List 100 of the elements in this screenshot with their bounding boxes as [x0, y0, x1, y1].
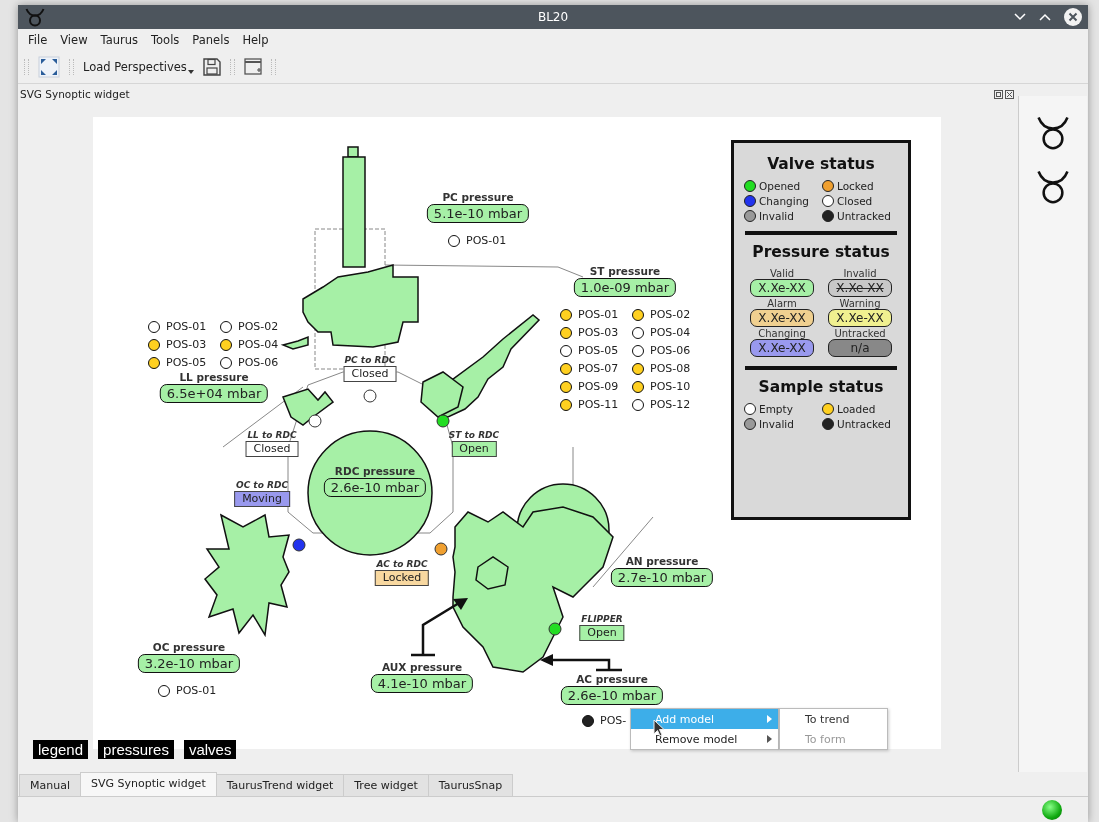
sample-position-label[interactable]: POS-11: [578, 398, 619, 411]
tab[interactable]: TaurusSnap: [427, 774, 514, 796]
save-icon[interactable]: [202, 57, 221, 76]
legend-label: Untracked: [834, 328, 886, 339]
layer-toggle-button[interactable]: pressures: [98, 740, 174, 759]
pressure-sample-chip: X.Xe-XX: [750, 309, 814, 327]
valve-state-label[interactable]: Locked: [374, 570, 430, 586]
load-perspectives-button[interactable]: Load Perspectives: [83, 59, 194, 74]
legend-heading: Sample status: [758, 378, 884, 396]
legend-label: Changing: [758, 328, 806, 339]
legend-heading: Valve status: [767, 155, 875, 173]
vacuum-chamber-drawing[interactable]: [282, 388, 335, 426]
sample-position-label[interactable]: POS-02: [238, 320, 279, 333]
pressure-reading[interactable]: 6.5e+04 mbar: [159, 384, 269, 403]
vacuum-chamber-drawing[interactable]: [203, 513, 290, 638]
legend-label: Alarm: [767, 298, 797, 309]
tab[interactable]: Manual: [19, 774, 81, 796]
sample-position-label[interactable]: POS-04: [650, 326, 691, 339]
pressure-reading[interactable]: 2.6e-10 mbar: [323, 478, 427, 497]
sample-position-label[interactable]: POS-06: [238, 356, 279, 369]
pressure-reading[interactable]: 1.0e-09 mbar: [573, 278, 677, 297]
pressure-label: AUX pressure: [381, 661, 463, 673]
pressure-reading[interactable]: 2.7e-10 mbar: [610, 568, 714, 587]
valve-status-dot[interactable]: [292, 538, 306, 552]
valve-status-dot[interactable]: [308, 414, 322, 428]
valve-state-label[interactable]: Moving: [234, 491, 290, 507]
valve-state-label[interactable]: Open: [451, 441, 497, 457]
dock-title: SVG Synoptic widget: [20, 88, 130, 100]
pressure-reading[interactable]: 4.1e-10 mbar: [370, 674, 474, 693]
float-icon[interactable]: [994, 89, 1003, 99]
taurus-logo-icon[interactable]: [1036, 168, 1070, 204]
pressure-reading[interactable]: 3.2e-10 mbar: [137, 654, 241, 673]
valve-state-label[interactable]: Open: [579, 625, 625, 641]
legend-label: Locked: [837, 180, 874, 192]
pressure-reading[interactable]: 2.6e-10 mbar: [560, 686, 664, 705]
valve-name: FLIPPER: [581, 614, 623, 625]
valve-status-dot[interactable]: [434, 542, 448, 556]
minimize-icon[interactable]: [1014, 13, 1026, 21]
pressure-reading[interactable]: 5.1e-10 mbar: [426, 204, 530, 223]
sample-position-label[interactable]: POS-10: [650, 380, 691, 393]
legend-label: Invalid: [759, 418, 794, 430]
valve-state-label[interactable]: Closed: [245, 441, 299, 457]
sample-position-label[interactable]: POS-04: [238, 338, 279, 351]
pressure-label: OC pressure: [152, 641, 226, 653]
new-window-icon[interactable]: [243, 57, 262, 76]
sample-position-label[interactable]: POS-03: [578, 326, 619, 339]
sample-position-label[interactable]: POS-01: [176, 684, 217, 697]
taurus-logo-icon[interactable]: [1036, 114, 1070, 150]
valve-name: OC to RDC: [236, 480, 288, 491]
layer-toggle-button[interactable]: legend: [33, 740, 89, 759]
context-menu-item[interactable]: Remove model: [631, 729, 778, 749]
close-icon[interactable]: [1064, 8, 1082, 26]
legend-label: Opened: [759, 180, 801, 192]
menu-item[interactable]: Help: [242, 32, 269, 47]
valve-name: AC to RDC: [376, 559, 428, 570]
sample-position-label[interactable]: POS-05: [578, 344, 619, 357]
pressure-sample-chip: n/a: [828, 339, 892, 357]
layer-toggle-button[interactable]: valves: [183, 740, 237, 759]
sample-position-label[interactable]: POS-01: [166, 320, 207, 333]
sample-position-label[interactable]: POS-08: [650, 362, 691, 375]
menu-item[interactable]: File: [28, 32, 48, 47]
submenu-arrow-icon: [767, 735, 772, 743]
submenu-arrow-icon: [767, 715, 772, 723]
status-led-icon: [1042, 799, 1062, 820]
taurus-logo-icon: [24, 7, 46, 27]
legend-label: Changing: [759, 195, 809, 207]
menu-item[interactable]: View: [60, 32, 88, 47]
fullscreen-icon[interactable]: [38, 55, 60, 78]
pressure-label: PC pressure: [442, 191, 514, 203]
maximize-icon[interactable]: [1039, 13, 1051, 21]
sample-position-label[interactable]: POS-05: [166, 356, 207, 369]
sample-position-label[interactable]: POS-03: [166, 338, 207, 351]
sample-position-label[interactable]: POS-09: [578, 380, 619, 393]
submenu-item[interactable]: To trend: [780, 709, 887, 729]
pressure-label: AC pressure: [576, 673, 648, 685]
sample-position-label[interactable]: POS-01: [578, 308, 619, 321]
pressure-label: AN pressure: [625, 555, 699, 567]
sample-position-label[interactable]: POS-07: [578, 362, 619, 375]
legend-label: Loaded: [837, 403, 876, 415]
sample-position-label[interactable]: POS-01: [466, 234, 507, 247]
sample-position-label[interactable]: POS-06: [650, 344, 691, 357]
sample-position-label[interactable]: POS-02: [650, 308, 691, 321]
legend-label: Untracked: [837, 418, 891, 430]
legend-label: Untracked: [837, 210, 891, 222]
tab[interactable]: SVG Synoptic widget: [80, 772, 217, 796]
legend-heading: Pressure status: [752, 243, 890, 261]
sample-position-label[interactable]: POS-12: [650, 398, 691, 411]
close-icon[interactable]: [1005, 89, 1014, 99]
sample-position-label[interactable]: POS-: [600, 714, 627, 727]
vacuum-chamber-drawing[interactable]: [420, 314, 541, 418]
valve-state-label[interactable]: Closed: [343, 366, 397, 382]
vacuum-chamber-drawing[interactable]: [280, 146, 419, 350]
window-title: BL20: [537, 10, 569, 24]
tab[interactable]: TaurusTrend widget: [215, 774, 345, 796]
menu-item[interactable]: Taurus: [100, 32, 138, 47]
valve-status-dot[interactable]: [363, 389, 377, 403]
menu-item[interactable]: Panels: [192, 32, 230, 47]
legend-label: Valid: [769, 268, 795, 279]
tab[interactable]: Tree widget: [343, 774, 429, 796]
menu-item[interactable]: Tools: [151, 32, 180, 47]
